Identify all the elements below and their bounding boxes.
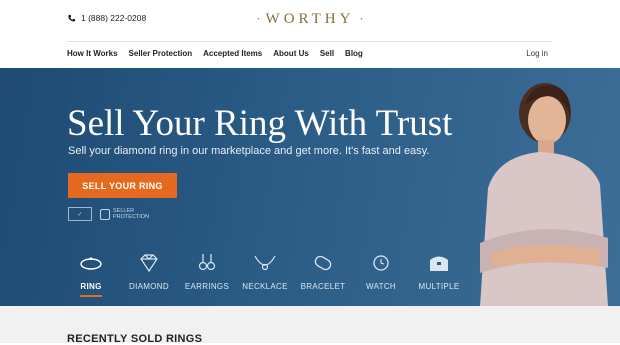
earrings-icon	[198, 254, 216, 271]
tab-bracelet[interactable]: BRACELET	[294, 252, 352, 297]
lock-icon	[100, 208, 110, 220]
ring-icon	[80, 257, 102, 270]
trust-badge-icon: ✓	[68, 207, 92, 221]
category-tabs: RING DIAMOND EARRINGS NECKLACE BRACELET …	[62, 252, 468, 297]
active-tab-underline	[80, 295, 102, 297]
badge-line-2: PROTECTION	[113, 214, 150, 220]
tab-necklace-label: NECKLACE	[242, 282, 288, 291]
recently-sold-title: RECENTLY SOLD RINGS	[67, 333, 203, 345]
nav-about-us[interactable]: About Us	[273, 49, 309, 58]
sell-your-ring-button[interactable]: SELL YOUR RING	[68, 173, 177, 198]
nav-seller-protection[interactable]: Seller Protection	[129, 49, 193, 58]
trust-badges: ✓ SELLER PROTECTION	[68, 207, 149, 221]
bracelet-icon	[314, 255, 332, 271]
necklace-icon	[254, 255, 276, 271]
tab-multiple[interactable]: MULTIPLE	[410, 252, 468, 297]
tab-necklace[interactable]: NECKLACE	[236, 252, 294, 297]
diamond-icon	[140, 254, 158, 273]
tab-diamond[interactable]: DIAMOND	[120, 252, 178, 297]
nav-sell[interactable]: Sell	[320, 49, 334, 58]
jewelry-box-icon	[430, 256, 448, 271]
site-logo[interactable]: • WORTHY •	[0, 11, 620, 28]
hero-subtitle: Sell your diamond ring in our marketplac…	[68, 145, 430, 157]
nav-blog[interactable]: Blog	[345, 49, 363, 58]
tab-ring[interactable]: RING	[62, 252, 120, 297]
header-divider	[67, 41, 552, 42]
tab-bracelet-label: BRACELET	[300, 282, 346, 291]
tab-ring-label: RING	[80, 282, 102, 291]
tab-watch[interactable]: WATCH	[352, 252, 410, 297]
seller-protection-badge: SELLER PROTECTION	[100, 208, 149, 220]
hero-title: Sell Your Ring With Trust	[67, 103, 453, 144]
tab-earrings-label: EARRINGS	[184, 282, 230, 291]
nav-how-it-works[interactable]: How It Works	[67, 49, 118, 58]
watch-icon	[373, 255, 389, 271]
main-nav: How It Works Seller Protection Accepted …	[67, 49, 363, 58]
tab-multiple-label: MULTIPLE	[418, 282, 460, 291]
top-header: 1 (888) 222-0208 • WORTHY • How It Works S…	[0, 0, 620, 68]
tab-earrings[interactable]: EARRINGS	[178, 252, 236, 297]
nav-accepted-items[interactable]: Accepted Items	[203, 49, 262, 58]
tab-diamond-label: DIAMOND	[129, 282, 169, 291]
login-link[interactable]: Log in	[526, 49, 548, 58]
tab-watch-label: WATCH	[366, 282, 396, 291]
